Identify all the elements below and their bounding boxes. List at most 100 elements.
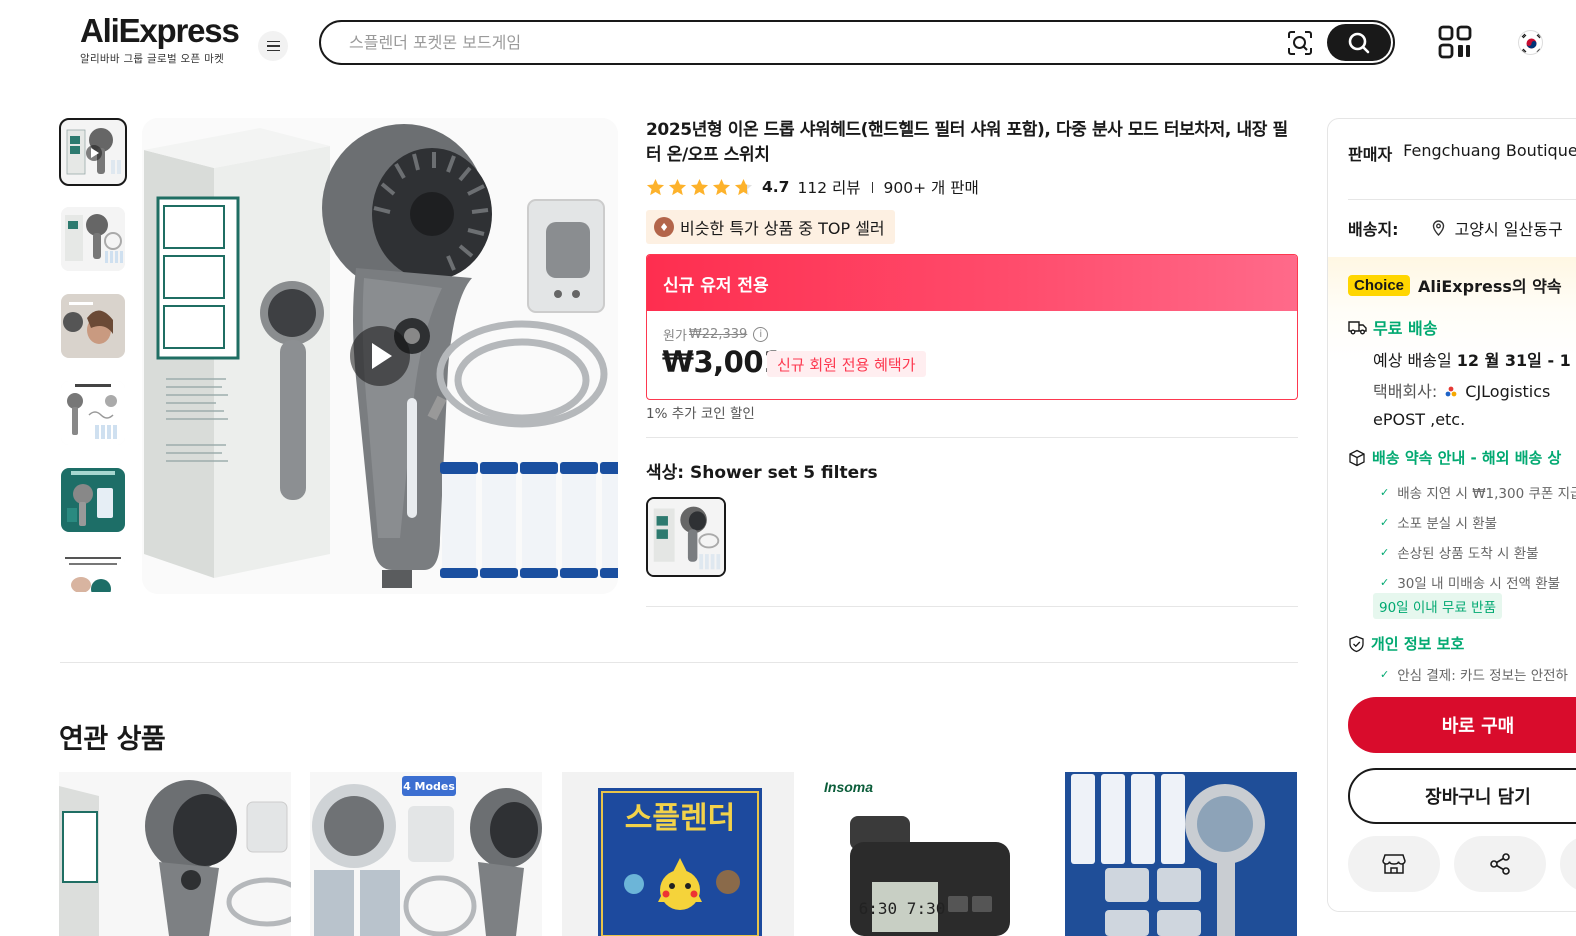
thumbnail-image[interactable] — [61, 381, 125, 445]
top-seller-text: 비슷한 특가 상품 중 TOP 셀러 — [680, 219, 885, 238]
ship-address[interactable]: 고양시 일산동구 — [1455, 216, 1563, 240]
wishlist-button[interactable] — [1560, 836, 1576, 892]
delivery-promise-row[interactable]: 배송 약속 안내 - 해외 배송 상 — [1348, 447, 1561, 468]
star-icon — [734, 178, 753, 195]
seller-row[interactable]: 판매자 Fengchuang Boutique — [1348, 141, 1576, 165]
buy-now-button[interactable]: 바로 구매 — [1348, 697, 1576, 753]
check-icon: ✓ — [1380, 545, 1390, 559]
carrier-name: CJLogistics — [1465, 382, 1551, 401]
free-shipping-row: 무료 배송 — [1348, 315, 1437, 339]
image-search-icon[interactable] — [1287, 30, 1313, 56]
original-price-row: 원가 ₩22,339 i — [663, 325, 769, 344]
price-badge: 신규 회원 전용 혜택가 — [767, 351, 926, 377]
related-product-card[interactable] — [1065, 772, 1297, 936]
header: AliExpress 알리바바 그룹 글로벌 오픈 마켓 — [0, 0, 1576, 86]
logo-subtitle: 알리바바 그룹 글로벌 오픈 마켓 — [80, 53, 225, 65]
ship-label: 배송지: — [1348, 220, 1399, 239]
store-icon — [1382, 854, 1406, 874]
svg-text:6:30 7:30: 6:30 7:30 — [859, 899, 946, 918]
top-seller-badge: ♦ 비슷한 특가 상품 중 TOP 셀러 — [646, 210, 895, 244]
shield-check-icon — [1349, 635, 1364, 652]
delivery-promise-title: 배송 약속 안내 - 해외 배송 상 — [1372, 449, 1562, 467]
info-icon[interactable]: i — [753, 327, 769, 342]
truck-icon — [1348, 321, 1367, 335]
check-icon: ✓ — [1380, 485, 1390, 499]
choice-promise-box: Choice AliExpress의 약속 무료 배송 예상 배송일 12 월 … — [1328, 257, 1576, 911]
thumbnail-image[interactable] — [61, 555, 125, 592]
logo-wordmark: AliExpress — [80, 12, 240, 49]
sold-count: 900+ 개 판매 — [883, 179, 979, 197]
check-icon: ✓ — [1380, 515, 1390, 529]
search-input[interactable] — [349, 22, 1249, 63]
divider — [1348, 199, 1576, 200]
thumbnail-image[interactable] — [61, 207, 125, 271]
choice-badge: Choice — [1348, 274, 1411, 296]
add-to-cart-button[interactable]: 장바구니 담기 — [1348, 768, 1576, 824]
carrier-label: 택배회사: — [1373, 382, 1438, 401]
eta-date: 12 월 31일 - 1 — [1456, 351, 1571, 370]
star-icon — [668, 178, 687, 195]
purchase-panel: 판매자 Fengchuang Boutique 배송지: 고양시 일산동구 Ch… — [1327, 118, 1576, 912]
review-count[interactable]: 112 리뷰 — [797, 176, 860, 198]
store-button[interactable] — [1348, 836, 1440, 892]
coin-discount: 1% 추가 코인 할인 — [646, 406, 755, 422]
location-pin-icon — [1432, 220, 1444, 236]
aliexpress-logo[interactable]: AliExpress 알리바바 그룹 글로벌 오픈 마켓 — [80, 12, 240, 66]
share-button[interactable] — [1454, 836, 1546, 892]
privacy-item-text: 안심 결제: 카드 정보는 안전하 — [1397, 668, 1568, 684]
divider — [646, 606, 1298, 607]
rating-row[interactable]: 4.7 112 리뷰 900+ 개 판매 — [646, 175, 979, 199]
free-shipping-text: 무료 배송 — [1373, 319, 1438, 338]
promise-item-text: 손상된 상품 도착 시 환불 — [1397, 546, 1539, 562]
carrier-more: ePOST ,etc. — [1373, 410, 1466, 429]
star-icon — [712, 178, 731, 195]
privacy-title: 개인 정보 보호 — [1371, 635, 1465, 653]
card-label-splendor: 스플렌더 — [625, 801, 735, 836]
eta-prefix: 예상 배송일 — [1373, 351, 1452, 370]
delivery-estimate: 예상 배송일 12 월 31일 - 1 — [1373, 347, 1571, 371]
color-swatch-shower-set[interactable] — [646, 497, 726, 577]
color-selector-label: 색상: Shower set 5 filters — [646, 458, 878, 483]
promise-item-text: 소포 분실 시 환불 — [1397, 516, 1498, 532]
check-icon: ✓ — [1380, 667, 1390, 681]
product-title: 2025년형 이온 드롭 샤워헤드(핸드헬드 필터 샤워 포함), 다중 분사 … — [646, 120, 1288, 165]
related-product-card[interactable]: Insoma 6:30 7:30 — [814, 772, 1046, 936]
seller-label: 판매자 — [1348, 145, 1393, 164]
promise-list: ✓ 배송 지연 시 ₩1,300 쿠폰 지급 ✓ 소포 분실 시 환불 ✓ 손상된 상… — [1380, 477, 1576, 597]
free-return-badge: 90일 이내 무료 반품 — [1373, 593, 1502, 619]
promo-price-box: 신규 유저 전용 원가 ₩22,339 i ₩3,001 신규 회원 전용 혜택… — [646, 254, 1298, 400]
menu-button[interactable] — [258, 31, 288, 61]
divider — [60, 662, 1298, 663]
cj-logo-icon — [1445, 386, 1457, 397]
rating-value: 4.7 — [762, 178, 790, 196]
promise-item: ✓ 소포 분실 시 환불 — [1380, 507, 1576, 537]
color-value: Shower set 5 filters — [690, 463, 878, 483]
original-price: ₩22,339 — [688, 327, 748, 342]
related-product-card[interactable]: 4 Modes — [310, 772, 542, 936]
seller-name[interactable]: Fengchuang Boutique — [1403, 141, 1576, 165]
thumbnail-image[interactable] — [61, 468, 125, 532]
thumbnail-strip — [59, 118, 127, 592]
search-button[interactable] — [1327, 24, 1391, 61]
related-product-card[interactable]: 스플렌더 — [562, 772, 794, 936]
thumbnail-video[interactable] — [59, 118, 127, 186]
sale-price: ₩3,001 — [662, 345, 783, 379]
divider — [646, 437, 1298, 438]
carrier-row: 택배회사: CJLogistics ePOST ,etc. — [1373, 378, 1550, 434]
color-label: 색상: — [646, 463, 685, 483]
rating-stars — [646, 178, 753, 197]
thumbnail-image[interactable] — [61, 294, 125, 358]
promo-header: 신규 유저 전용 — [647, 255, 1297, 311]
privacy-row[interactable]: 개인 정보 보호 — [1348, 633, 1464, 654]
choice-header: Choice AliExpress의 약속 — [1348, 273, 1562, 297]
qr-code-icon[interactable] — [1438, 25, 1472, 59]
related-products-title: 연관 상품 — [59, 724, 166, 755]
search-icon — [1348, 32, 1370, 53]
related-product-card[interactable] — [59, 772, 291, 936]
main-product-image[interactable] — [142, 118, 618, 594]
korea-flag-icon[interactable] — [1518, 30, 1543, 55]
ship-to-row[interactable]: 배송지: 고양시 일산동구 — [1348, 216, 1563, 240]
star-icon — [646, 178, 665, 195]
medal-icon: ♦ — [654, 217, 674, 237]
share-icon — [1490, 853, 1510, 875]
